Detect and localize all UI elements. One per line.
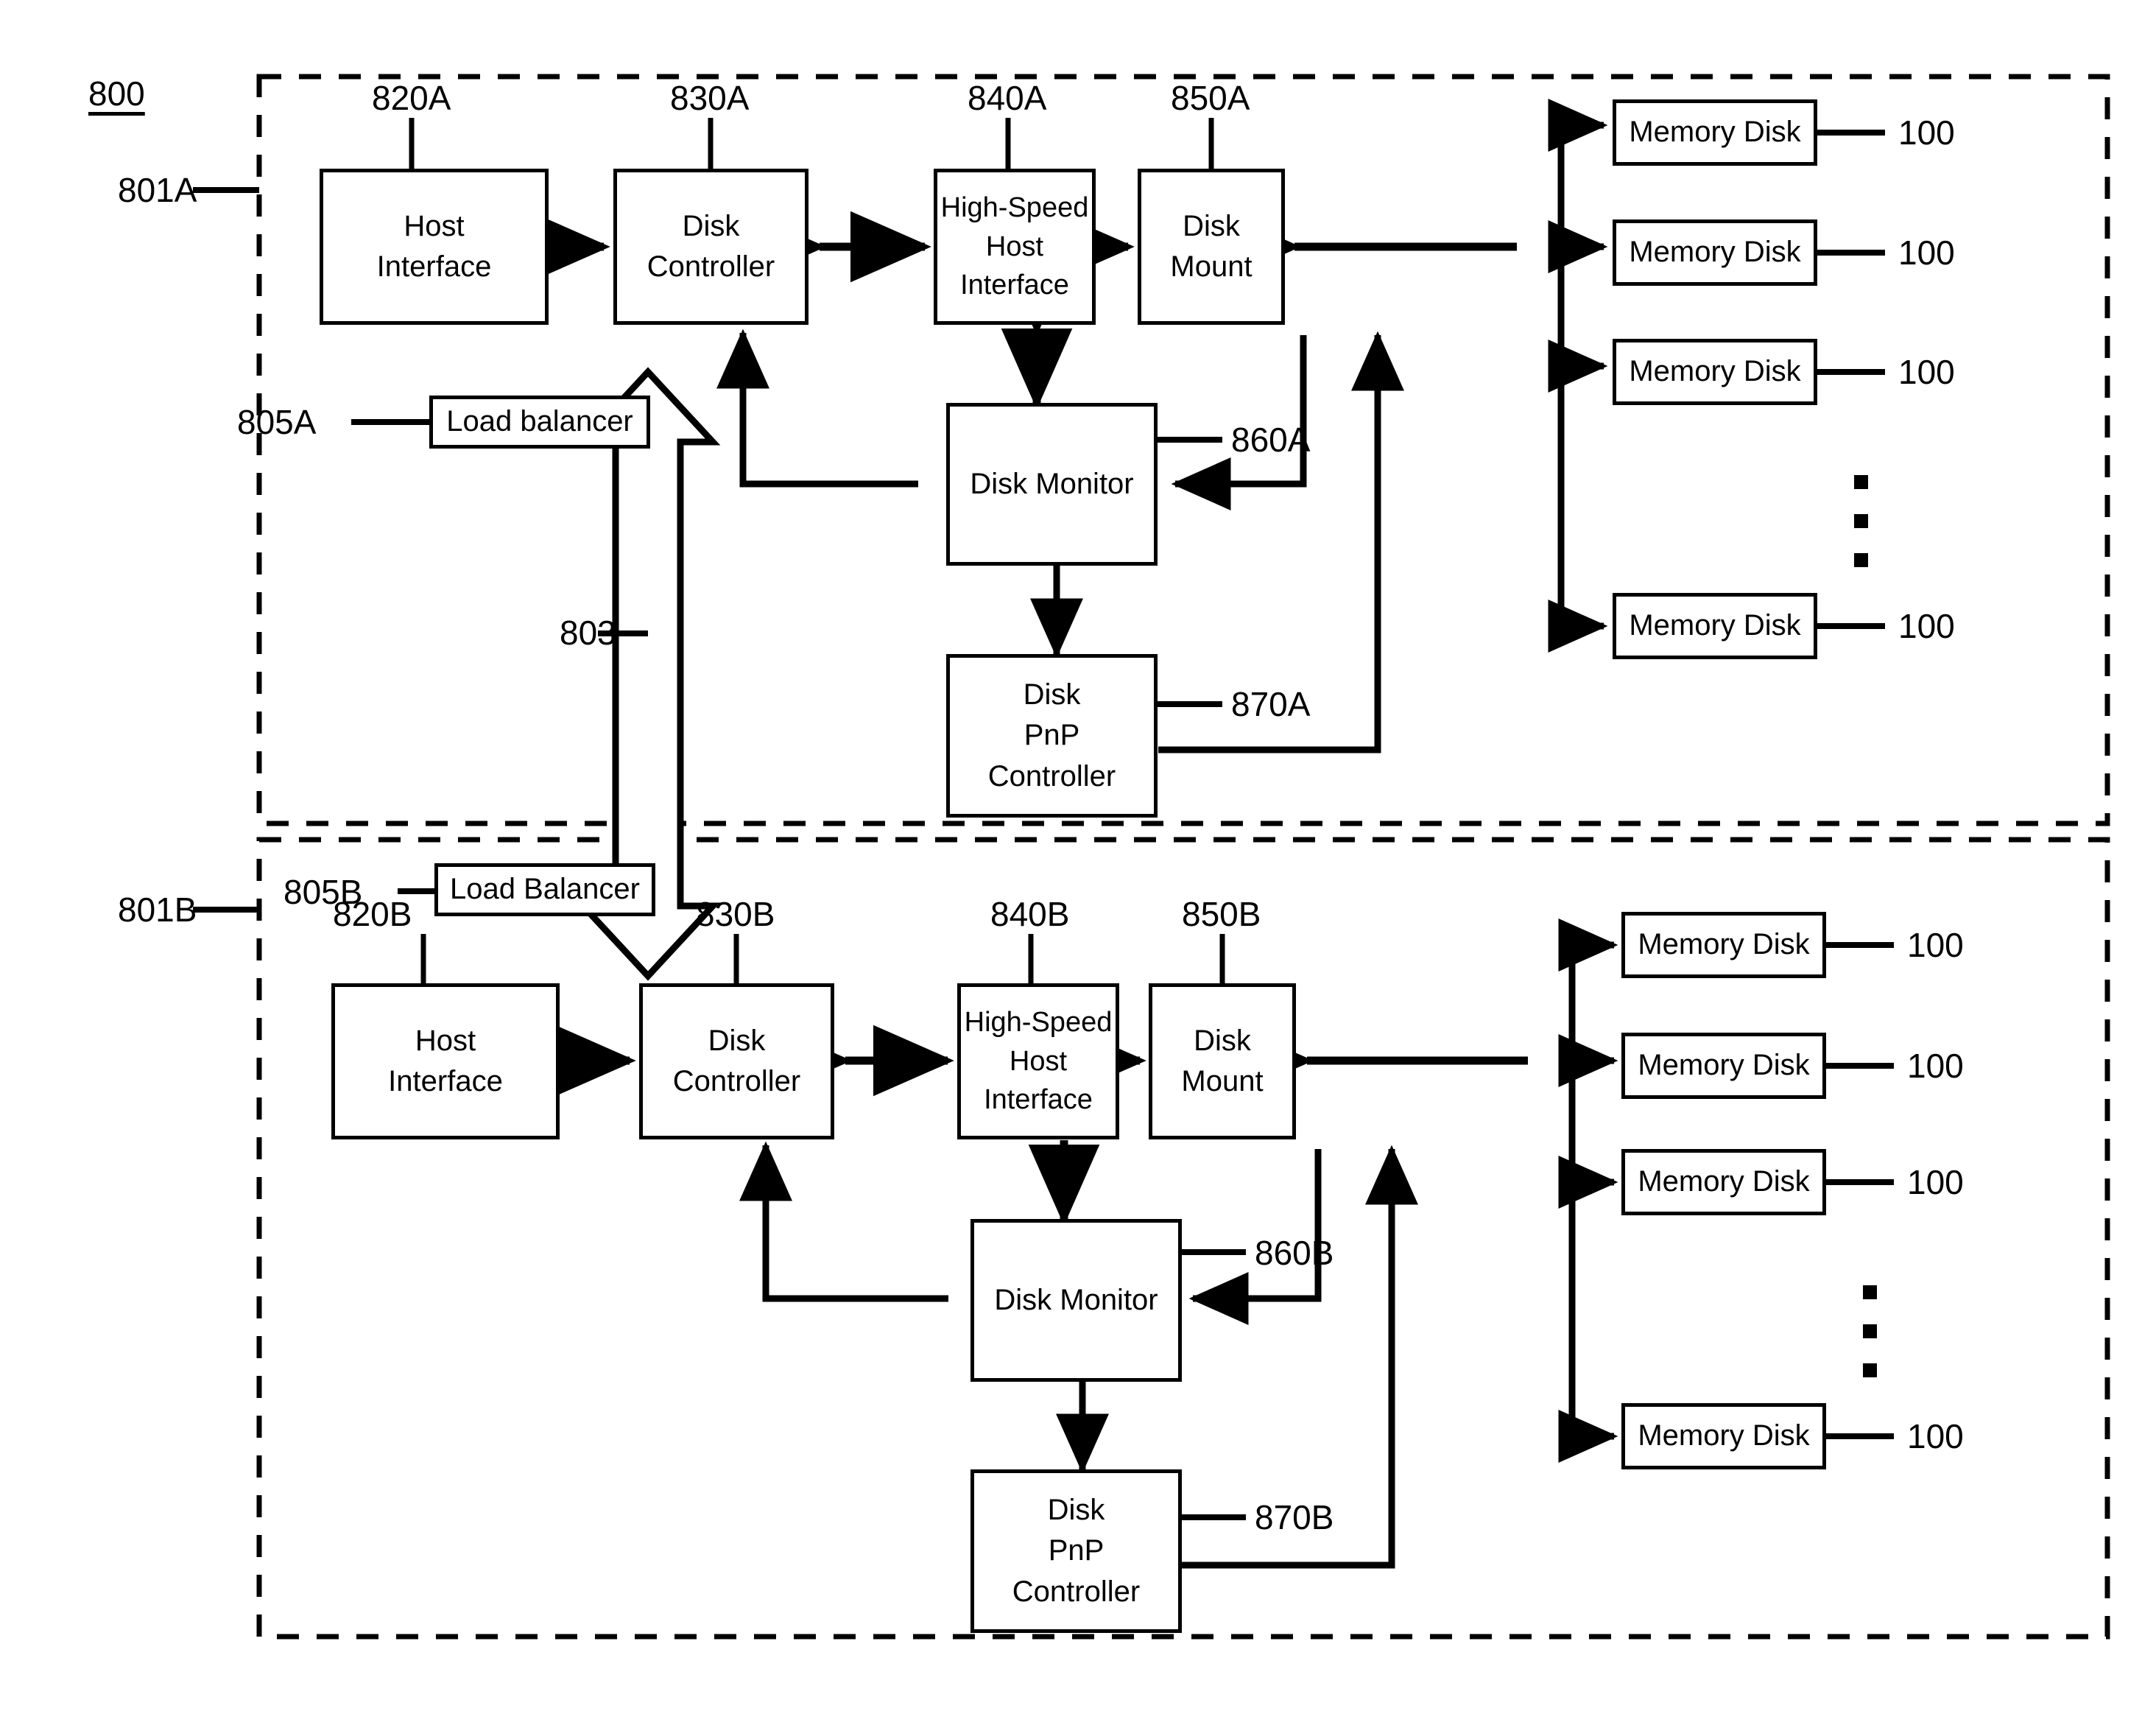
memory-disk-a-1[interactable]: Memory Disk bbox=[1613, 99, 1817, 166]
ref-100-a-1: 100 bbox=[1898, 113, 1955, 152]
disk-controller-a-text: Disk Controller bbox=[647, 209, 775, 283]
load-balancer-a-text: Load balancer bbox=[446, 405, 633, 438]
arrow-monitor-dc-a bbox=[716, 329, 918, 488]
ref-850a: 850A bbox=[1171, 79, 1250, 117]
disk-monitor-a[interactable]: Disk Monitor bbox=[946, 403, 1158, 566]
memory-disk-b-4-text: Memory Disk bbox=[1638, 1419, 1810, 1452]
host-interface-b[interactable]: Host Interface bbox=[331, 983, 560, 1139]
host-interface-b-text: Host Interface bbox=[388, 1024, 503, 1097]
panel-ref-801b: 801B bbox=[118, 890, 197, 929]
arrow-monitor-dc-b bbox=[739, 1141, 948, 1302]
ref-860b: 860B bbox=[1255, 1234, 1334, 1272]
ref-100-a-2: 100 bbox=[1898, 233, 1955, 272]
ref-840b: 840B bbox=[990, 895, 1070, 933]
ref-870b: 870B bbox=[1255, 1498, 1334, 1536]
ref-840a: 840A bbox=[968, 79, 1047, 117]
disk-controller-a[interactable]: Disk Controller bbox=[613, 169, 808, 325]
ref-100-b-4: 100 bbox=[1907, 1417, 1964, 1455]
memory-disk-a-2[interactable]: Memory Disk bbox=[1613, 219, 1817, 286]
ref-820a: 820A bbox=[372, 79, 451, 117]
memory-disk-b-2-text: Memory Disk bbox=[1638, 1049, 1810, 1082]
memory-disk-b-1[interactable]: Memory Disk bbox=[1621, 912, 1826, 978]
high-speed-host-interface-a-text: High-Speed Host Interface bbox=[940, 192, 1089, 301]
memory-disk-a-4[interactable]: Memory Disk bbox=[1613, 593, 1817, 659]
host-interface-a[interactable]: Host Interface bbox=[320, 169, 549, 325]
ref-100-b-3: 100 bbox=[1907, 1163, 1964, 1201]
memory-disk-ellipsis-b bbox=[1863, 1273, 1877, 1390]
host-interface-a-text: Host Interface bbox=[376, 209, 492, 283]
disk-pnp-controller-a-text: Disk PnP Controller bbox=[987, 678, 1116, 793]
memory-disk-a-2-text: Memory Disk bbox=[1629, 236, 1801, 269]
arrow-mount-monitor-a bbox=[1171, 335, 1307, 510]
ref-100-b-2: 100 bbox=[1907, 1047, 1964, 1085]
memory-disk-b-1-text: Memory Disk bbox=[1638, 928, 1810, 961]
disk-monitor-b-text: Disk Monitor bbox=[994, 1283, 1158, 1316]
memory-disk-b-3[interactable]: Memory Disk bbox=[1621, 1149, 1826, 1215]
high-speed-host-interface-b[interactable]: High-Speed Host Interface bbox=[957, 983, 1119, 1139]
figure-canvas: 800 801A 801B 820A 830A 840A 850A Host I… bbox=[0, 0, 2156, 1711]
ref-870a: 870A bbox=[1231, 685, 1311, 723]
ref-805a: 805A bbox=[237, 403, 317, 441]
memory-disk-a-3[interactable]: Memory Disk bbox=[1613, 339, 1817, 405]
load-balancer-a[interactable]: Load balancer bbox=[429, 396, 650, 449]
load-balancer-b-text: Load Balancer bbox=[450, 873, 640, 906]
ref-803: 803 bbox=[560, 614, 616, 652]
memory-disk-b-2[interactable]: Memory Disk bbox=[1621, 1033, 1826, 1099]
disk-controller-b[interactable]: Disk Controller bbox=[639, 983, 834, 1139]
high-speed-host-interface-b-text: High-Speed Host Interface bbox=[964, 1007, 1113, 1116]
panel-ref-801a: 801A bbox=[118, 171, 197, 209]
disk-pnp-controller-a[interactable]: Disk PnP Controller bbox=[946, 654, 1158, 818]
load-balancer-b[interactable]: Load Balancer bbox=[434, 863, 655, 916]
figure-number: 800 bbox=[88, 74, 145, 113]
ref-830a: 830A bbox=[670, 79, 750, 117]
disk-monitor-a-text: Disk Monitor bbox=[970, 467, 1134, 500]
memory-disk-b-4[interactable]: Memory Disk bbox=[1621, 1403, 1826, 1469]
disk-mount-a[interactable]: Disk Mount bbox=[1138, 169, 1285, 325]
ref-850b: 850B bbox=[1182, 895, 1261, 933]
memory-disk-a-4-text: Memory Disk bbox=[1629, 609, 1801, 642]
ref-100-a-4: 100 bbox=[1898, 607, 1955, 645]
high-speed-host-interface-a[interactable]: High-Speed Host Interface bbox=[934, 169, 1096, 325]
disk-monitor-b[interactable]: Disk Monitor bbox=[970, 1219, 1182, 1382]
ref-830b: 830B bbox=[696, 895, 775, 933]
disk-mount-a-text: Disk Mount bbox=[1170, 209, 1253, 283]
memory-disk-a-1-text: Memory Disk bbox=[1629, 116, 1801, 149]
ref-100-b-1: 100 bbox=[1907, 926, 1964, 964]
ref-820b: 820B bbox=[333, 895, 412, 933]
ref-860a: 860A bbox=[1231, 421, 1311, 459]
memory-disk-b-3-text: Memory Disk bbox=[1638, 1165, 1810, 1198]
arrow-mount-monitor-b bbox=[1188, 1149, 1322, 1325]
disk-mount-b-text: Disk Mount bbox=[1181, 1024, 1264, 1097]
memory-disk-ellipsis-a bbox=[1854, 463, 1868, 580]
disk-pnp-controller-b[interactable]: Disk PnP Controller bbox=[970, 1469, 1182, 1633]
disk-pnp-controller-b-text: Disk PnP Controller bbox=[1012, 1494, 1141, 1608]
ref-100-a-3: 100 bbox=[1898, 353, 1955, 391]
disk-mount-b[interactable]: Disk Mount bbox=[1149, 983, 1296, 1139]
memory-disk-a-3-text: Memory Disk bbox=[1629, 355, 1801, 388]
disk-controller-b-text: Disk Controller bbox=[672, 1024, 801, 1097]
